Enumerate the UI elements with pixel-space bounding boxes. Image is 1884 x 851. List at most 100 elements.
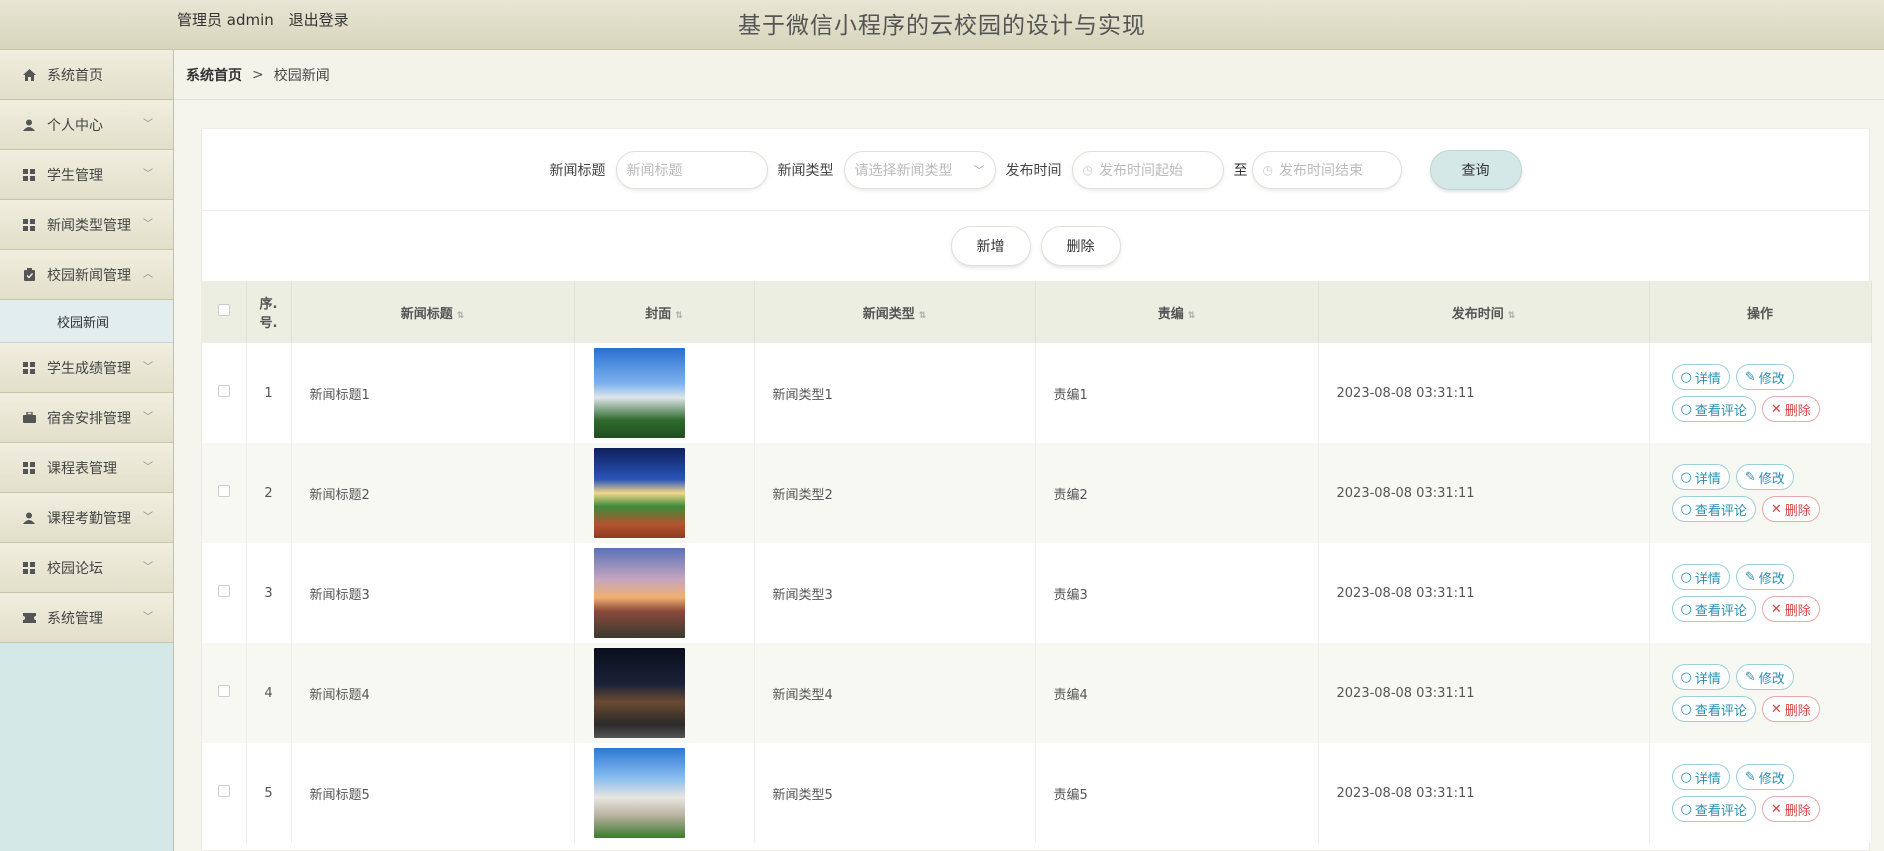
delete-label: 删除 xyxy=(1784,703,1811,719)
grid-icon xyxy=(22,361,36,375)
time-end-input[interactable]: ◷ 发布时间结束 xyxy=(1251,150,1402,189)
sidebar-item-home[interactable]: 系统首页 xyxy=(0,50,173,100)
cover-image xyxy=(593,548,685,638)
search-icon: ○ xyxy=(1680,369,1692,385)
time-end-placeholder: 发布时间结束 xyxy=(1278,162,1363,179)
search-icon: ○ xyxy=(1680,701,1692,717)
time-start-input[interactable]: ◷ 发布时间起始 xyxy=(1071,150,1224,189)
chevron-down-icon: ﹀ xyxy=(143,412,153,423)
sidebar-item-timetable[interactable]: 课程表管理 ﹀ xyxy=(0,443,173,493)
row-cover-cell xyxy=(574,543,755,643)
view-comments-button[interactable]: ○ 查看评论 xyxy=(1671,396,1756,422)
delete-label: 删除 xyxy=(1784,503,1811,519)
time-start-placeholder: 发布时间起始 xyxy=(1098,162,1183,179)
detail-button[interactable]: ○ 详情 xyxy=(1671,364,1730,390)
chevron-down-icon: ﹀ xyxy=(143,119,153,130)
sidebar-item-campus-news[interactable]: 校园新闻管理 ︿ xyxy=(0,250,173,300)
close-icon: ✕ xyxy=(1770,801,1782,817)
type-filter-select[interactable]: 请选择新闻类型 ﹀ xyxy=(843,150,996,189)
sidebar-item-news-types[interactable]: 新闻类型管理 ﹀ xyxy=(0,200,173,250)
chevron-down-icon: ﹀ xyxy=(143,562,153,573)
clock-icon: ◷ xyxy=(1082,162,1093,177)
edit-label: 修改 xyxy=(1758,471,1785,487)
breadcrumb: 系统首页 > 校园新闻 xyxy=(174,50,1884,100)
sort-icon: ⇅ xyxy=(918,310,927,321)
query-button[interactable]: 查询 xyxy=(1429,149,1522,190)
delete-row-button[interactable]: ✕ 删除 xyxy=(1761,496,1820,522)
detail-button[interactable]: ○ 详情 xyxy=(1671,464,1730,490)
comments-label: 查看评论 xyxy=(1694,803,1747,819)
delete-row-button[interactable]: ✕ 删除 xyxy=(1761,696,1820,722)
search-icon: ○ xyxy=(1680,769,1692,785)
sidebar-item-dorms[interactable]: 宿舍安排管理 ﹀ xyxy=(0,393,173,443)
row-checkbox[interactable] xyxy=(217,785,230,797)
delete-row-button[interactable]: ✕ 删除 xyxy=(1761,396,1820,422)
detail-button[interactable]: ○ 详情 xyxy=(1671,664,1730,690)
detail-button[interactable]: ○ 详情 xyxy=(1671,764,1730,790)
row-checkbox[interactable] xyxy=(217,685,230,697)
detail-button[interactable]: ○ 详情 xyxy=(1671,564,1730,590)
person-icon xyxy=(22,511,36,525)
chevron-down-icon: ﹀ xyxy=(143,612,153,623)
header-title[interactable]: 新闻标题 ⇅ xyxy=(291,281,575,343)
header-time[interactable]: 发布时间 ⇅ xyxy=(1318,281,1650,343)
chevron-up-icon: ︿ xyxy=(143,269,153,280)
news-table: 序. 号. 新闻标题 ⇅ 封面 ⇅ 新闻类型 ⇅ 责编 ⇅ 发布时间 ⇅ 操作 1 新闻标题… xyxy=(202,281,1872,843)
chevron-down-icon: ﹀ xyxy=(143,219,153,230)
edit-button[interactable]: ✎ 修改 xyxy=(1735,664,1794,690)
edit-button[interactable]: ✎ 修改 xyxy=(1735,464,1794,490)
sidebar-item-attendance[interactable]: 课程考勤管理 ﹀ xyxy=(0,493,173,543)
view-comments-button[interactable]: ○ 查看评论 xyxy=(1671,796,1756,822)
edit-button[interactable]: ✎ 修改 xyxy=(1735,764,1794,790)
sidebar-item-students[interactable]: 学生管理 ﹀ xyxy=(0,150,173,200)
sidebar-subitem-campus-news[interactable]: 校园新闻 xyxy=(0,300,173,343)
chevron-down-icon: ﹀ xyxy=(143,512,153,523)
row-title: 新闻标题3 xyxy=(291,543,575,643)
row-time: 2023-08-08 03:31:11 xyxy=(1318,443,1650,543)
delete-row-button[interactable]: ✕ 删除 xyxy=(1761,796,1820,822)
view-comments-button[interactable]: ○ 查看评论 xyxy=(1671,696,1756,722)
edit-label: 修改 xyxy=(1758,371,1785,387)
header-type[interactable]: 新闻类型 ⇅ xyxy=(754,281,1036,343)
row-type: 新闻类型1 xyxy=(754,343,1036,443)
detail-label: 详情 xyxy=(1694,771,1721,787)
row-index: 5 xyxy=(246,743,292,843)
sidebar-item-system[interactable]: 系统管理 ﹀ xyxy=(0,593,173,643)
grid-icon xyxy=(22,461,36,475)
row-cover-cell xyxy=(574,343,755,443)
delete-label: 删除 xyxy=(1784,803,1811,819)
delete-row-button[interactable]: ✕ 删除 xyxy=(1761,596,1820,622)
row-editor: 责编4 xyxy=(1035,643,1319,743)
row-title: 新闻标题2 xyxy=(291,443,575,543)
delete-selected-button[interactable]: 删除 xyxy=(1040,226,1121,266)
row-time: 2023-08-08 03:31:11 xyxy=(1318,643,1650,743)
title-filter-input[interactable]: 新闻标题 xyxy=(615,150,768,189)
row-type: 新闻类型4 xyxy=(754,643,1036,743)
sidebar-item-forum[interactable]: 校园论坛 ﹀ xyxy=(0,543,173,593)
sidebar-item-profile[interactable]: 个人中心 ﹀ xyxy=(0,100,173,150)
time-filter-label: 发布时间 xyxy=(1005,162,1062,179)
edit-button[interactable]: ✎ 修改 xyxy=(1735,364,1794,390)
row-checkbox[interactable] xyxy=(217,585,230,597)
search-icon: ○ xyxy=(1680,501,1692,517)
add-button[interactable]: 新增 xyxy=(950,226,1031,266)
view-comments-button[interactable]: ○ 查看评论 xyxy=(1671,596,1756,622)
header-ops: 操作 xyxy=(1649,281,1872,343)
breadcrumb-home[interactable]: 系统首页 xyxy=(186,65,242,85)
detail-label: 详情 xyxy=(1694,571,1721,587)
search-icon: ○ xyxy=(1680,401,1692,417)
edit-button[interactable]: ✎ 修改 xyxy=(1735,564,1794,590)
row-index: 3 xyxy=(246,543,292,643)
header-cover[interactable]: 封面 ⇅ xyxy=(574,281,755,343)
select-all-checkbox[interactable] xyxy=(217,304,230,316)
table-row: 4 新闻标题4 新闻类型4 责编4 2023-08-08 03:31:11 ○ 详情 ✎ 修改 ○… xyxy=(202,643,1872,743)
chevron-down-icon: ﹀ xyxy=(143,362,153,373)
row-checkbox[interactable] xyxy=(217,485,230,497)
row-time: 2023-08-08 03:31:11 xyxy=(1318,543,1650,643)
row-checkbox[interactable] xyxy=(217,385,230,397)
search-icon: ○ xyxy=(1680,569,1692,585)
sidebar-item-grades[interactable]: 学生成绩管理 ﹀ xyxy=(0,343,173,393)
chevron-down-icon: ﹀ xyxy=(973,163,985,177)
view-comments-button[interactable]: ○ 查看评论 xyxy=(1671,496,1756,522)
header-editor[interactable]: 责编 ⇅ xyxy=(1035,281,1319,343)
